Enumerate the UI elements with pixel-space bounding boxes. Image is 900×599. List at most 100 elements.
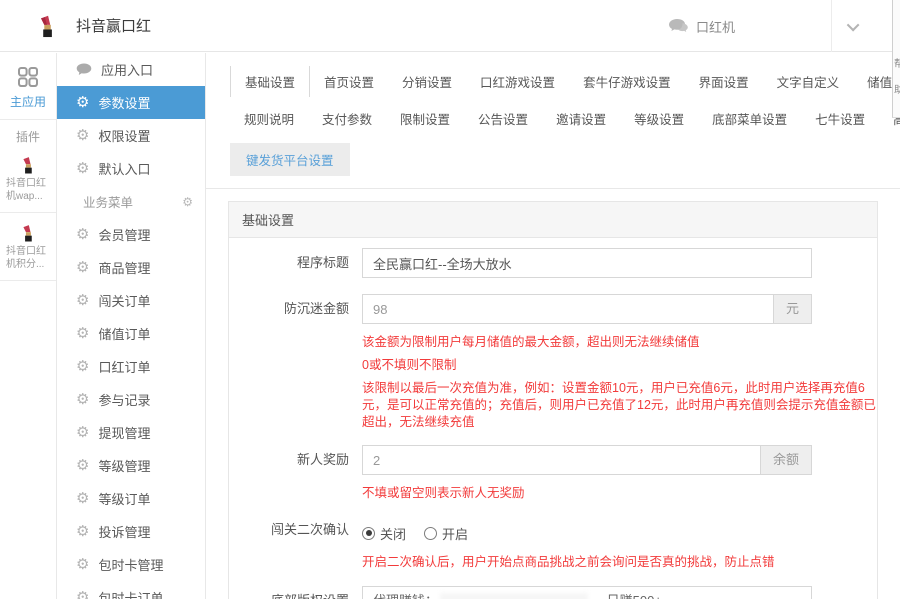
top-header: 抖音赢口红 口红机 [0,0,900,52]
gear-icon: ⚙ [76,259,90,276]
gear-icon: ⚙ [76,589,90,599]
tab-interface-settings[interactable]: 界面设置 [685,66,763,97]
account-dropdown-button[interactable] [832,0,876,52]
radio-label: 关闭 [380,526,407,542]
anti-addiction-help-1: 该金额为限制用户每月储值的最大金额，超出则无法继续储值 [362,335,700,349]
challenge-confirm-radio-on[interactable]: 开启 [424,524,468,543]
tab-qiniu-settings[interactable]: 七牛设置 [801,103,879,134]
sidebar-item-product-mgmt[interactable]: ⚙ 商品管理 [57,251,205,284]
sidebar-item-recharge-orders[interactable]: ⚙ 储值订单 [57,317,205,350]
sidebar-item-app-entry[interactable]: 应用入口 [57,53,205,86]
gear-icon: ⚙ [76,391,90,408]
rail-item-main-app[interactable]: 主应用 [0,93,56,110]
app-window: 抖音赢口红 口红机 帮 助 [0,0,900,599]
sidebar-item-label: 默认入口 [98,162,151,177]
sidebar-item-level-orders[interactable]: ⚙ 等级订单 [57,482,205,515]
sidebar-item-member-mgmt[interactable]: ⚙ 会员管理 [57,218,205,251]
sidebar-item-label: 参与记录 [98,393,151,408]
tab-basic-settings[interactable]: 基础设置 [230,66,311,97]
copyright-value-prefix: 代理赚钱： [373,593,438,599]
basic-settings-panel: 基础设置 程序标题 防沉迷金额 [228,201,878,599]
plugin-wap-lipstick-icon[interactable] [0,155,56,175]
tab-invite-settings[interactable]: 邀请设置 [542,103,620,134]
help-edge-widget[interactable]: 帮 助 [892,0,900,118]
sidebar-item-time-card-orders[interactable]: ⚙ 包时卡订单 [57,581,205,599]
tab-limit-settings[interactable]: 限制设置 [386,103,464,134]
chevron-down-icon [846,18,859,31]
chat-bubble-icon [76,63,92,76]
panel-title: 基础设置 [229,202,877,238]
tab-payment-params[interactable]: 支付参数 [308,103,386,134]
challenge-confirm-radio-off[interactable]: 关闭 [362,524,406,543]
panel-body: 程序标题 防沉迷金额 元 [229,248,877,599]
rail-item-plugin-points[interactable]: 抖音口红机积分... [4,245,52,271]
header-right: 口红机 [668,0,876,52]
gear-icon: ⚙ [76,424,90,441]
gear-icon[interactable]: ⚙ [182,195,193,209]
sidebar-item-complaint-mgmt[interactable]: ⚙ 投诉管理 [57,515,205,548]
field-label: 程序标题 [296,255,349,270]
rail-divider [0,212,56,213]
sidebar-menu: 应用入口 ⚙ 参数设置 ⚙ 权限设置 ⚙ 默认入口 业务菜单 ⚙ ⚙ 会员管理 … [57,53,206,599]
sidebar-item-level-mgmt[interactable]: ⚙ 等级管理 [57,449,205,482]
grid-icon[interactable] [0,65,56,89]
gear-icon: ⚙ [76,292,90,309]
platform-switcher[interactable]: 口红机 [668,17,735,36]
sidebar-item-label: 会员管理 [98,228,151,243]
tab-shipping-platform-settings[interactable]: 键发货平台设置 [230,143,350,176]
rail-plugins-label: 插件 [15,130,40,144]
message-icon [668,18,689,34]
anti-addiction-help-3: 该限制以最后一次充值为准，例如：设置金额10元，用户已充值6元，此时用户选择再充… [362,381,876,429]
anti-addiction-amount-input[interactable] [362,294,774,324]
tab-row-2: 规则说明 支付参数 限制设置 公告设置 邀请设置 等级设置 底部菜单设置 七牛设… [230,103,900,134]
field-label: 底部版权设置 [229,586,362,599]
sidebar-item-participation-records[interactable]: ⚙ 参与记录 [57,383,205,416]
tab-announcement-settings[interactable]: 公告设置 [464,103,542,134]
gear-icon: ⚙ [76,490,90,507]
tab-row-1: 基础设置 首页设置 分销设置 口红游戏设置 套牛仔游戏设置 界面设置 文字自定义… [230,66,900,97]
sidebar-item-param-settings[interactable]: ⚙ 参数设置 [57,86,205,119]
newbie-reward-field: 新人奖励 余额 [229,445,877,475]
sidebar-item-withdrawal-mgmt[interactable]: ⚙ 提现管理 [57,416,205,449]
sidebar-item-label: 权限设置 [98,129,151,144]
copyright-input[interactable]: 代理赚钱： … 日赚500+ [362,586,812,599]
tab-home-settings[interactable]: 首页设置 [310,66,388,97]
gear-icon: ⚙ [76,127,90,144]
tab-text-customization[interactable]: 文字自定义 [763,66,854,97]
tab-lipstick-game-settings[interactable]: 口红游戏设置 [466,66,569,97]
radio-label: 开启 [442,526,469,542]
gear-icon: ⚙ [76,226,90,243]
sidebar-item-lipstick-orders[interactable]: ⚙ 口红订单 [57,350,205,383]
radio-unchecked-icon [424,526,438,540]
main-content: 基础设置 首页设置 分销设置 口红游戏设置 套牛仔游戏设置 界面设置 文字自定义… [206,53,900,599]
field-label: 防沉迷金额 [283,301,349,316]
sidebar-section-label: 业务菜单 [83,196,134,210]
unit-addon-yuan: 元 [773,294,812,324]
tab-rules-description[interactable]: 规则说明 [230,103,308,134]
field-label: 闯关二次确认 [270,522,349,537]
sidebar-item-label: 储值订单 [98,327,151,342]
app-rail: 主应用 插件 抖音口红机wap... 抖音口红机积分... [0,53,57,599]
tab-level-settings[interactable]: 等级设置 [620,103,698,134]
sidebar-item-permission-settings[interactable]: ⚙ 权限设置 [57,119,205,152]
tab-distribution-settings[interactable]: 分销设置 [388,66,466,97]
tab-bottom-menu-settings[interactable]: 底部菜单设置 [698,103,801,134]
gear-icon: ⚙ [76,94,90,111]
copyright-value-masked: … [590,593,603,599]
plugin-points-lipstick-icon[interactable] [0,223,56,243]
sidebar-item-default-entry[interactable]: ⚙ 默认入口 [57,152,205,185]
sidebar-item-challenge-orders[interactable]: ⚙ 闯关订单 [57,284,205,317]
sidebar-item-time-card-mgmt[interactable]: ⚙ 包时卡管理 [57,548,205,581]
rail-item-plugin-wap[interactable]: 抖音口红机wap... [4,177,52,203]
gear-icon: ⚙ [76,160,90,177]
sidebar-item-label: 等级管理 [98,459,151,474]
anti-addiction-amount-field: 防沉迷金额 元 [229,294,877,324]
tab-cowboy-game-settings[interactable]: 套牛仔游戏设置 [569,66,685,97]
sidebar-section-business-menu: 业务菜单 ⚙ [57,185,205,218]
gear-icon: ⚙ [76,523,90,540]
settings-tab-bar: 基础设置 首页设置 分销设置 口红游戏设置 套牛仔游戏设置 界面设置 文字自定义… [206,53,900,189]
sidebar-item-label: 等级订单 [98,492,151,507]
sidebar-item-label: 口红订单 [98,360,151,375]
newbie-reward-input[interactable] [362,445,761,475]
program-title-input[interactable] [362,248,812,278]
